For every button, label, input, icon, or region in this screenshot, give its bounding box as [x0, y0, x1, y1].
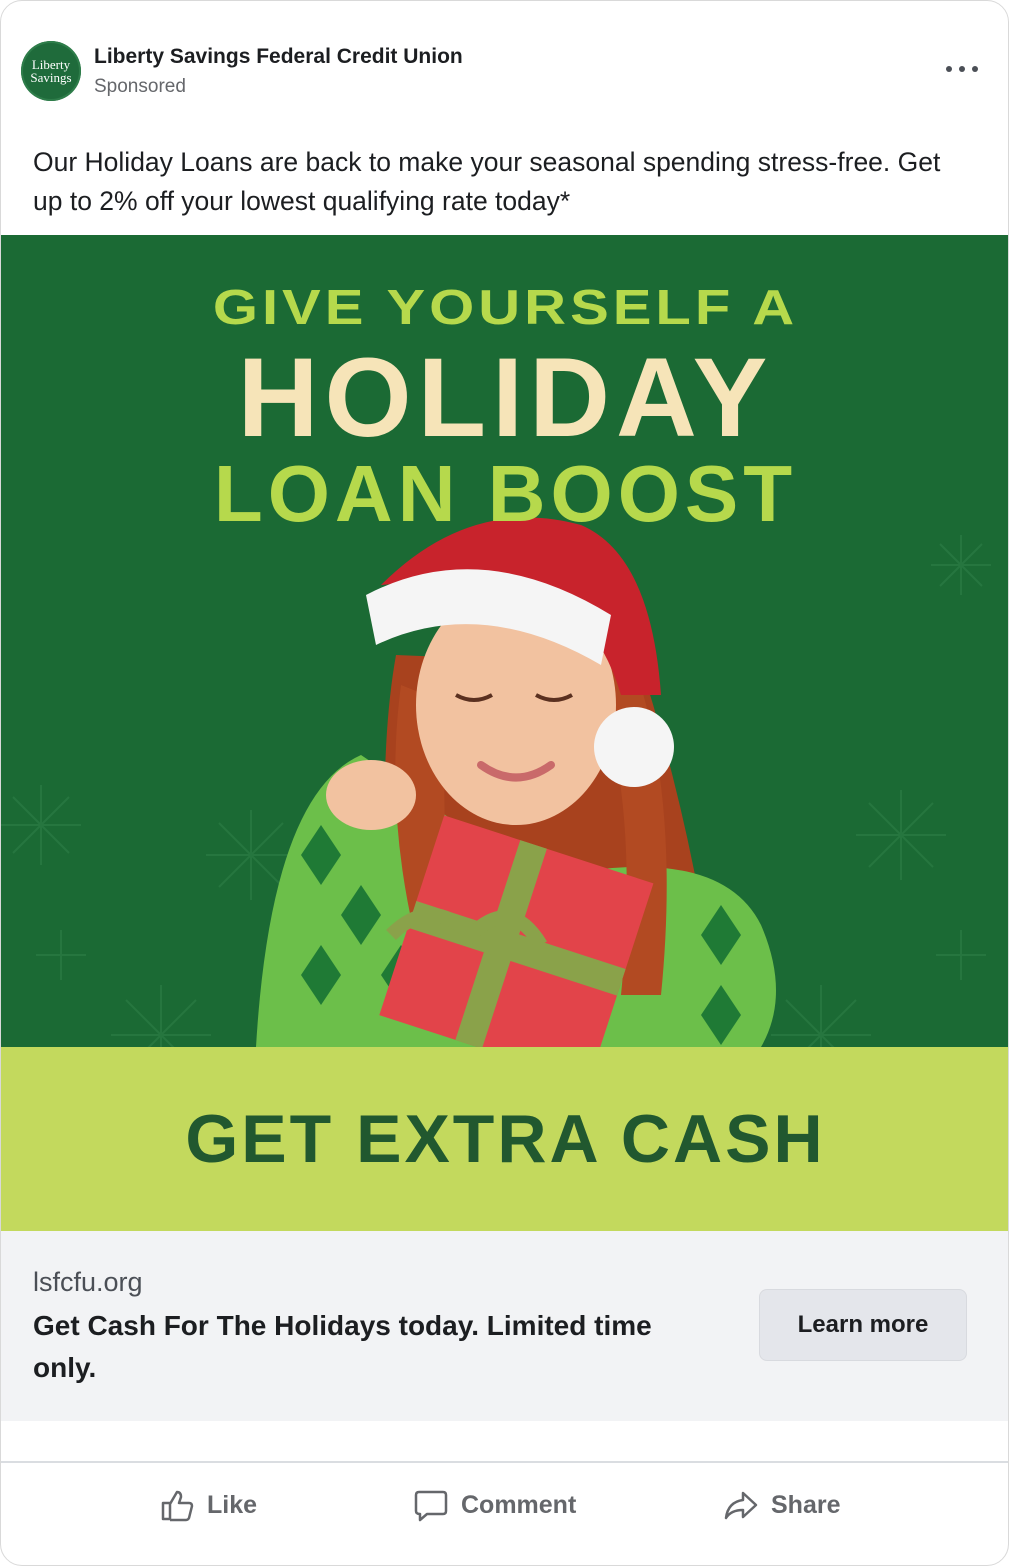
- headline-line-2: HOLIDAY: [237, 335, 774, 460]
- like-label: Like: [207, 1490, 258, 1519]
- more-options-button[interactable]: [946, 55, 978, 83]
- learn-more-button[interactable]: Learn more: [759, 1289, 967, 1361]
- like-button[interactable]: Like: [159, 1475, 257, 1535]
- link-headline: Get Cash For The Holidays today. Limited…: [33, 1310, 652, 1383]
- share-arrow-icon: [724, 1491, 758, 1520]
- comment-button[interactable]: Comment: [413, 1475, 576, 1535]
- creative-green-panel: GIVE YOURSELF A HOLIDAY LOAN BOOST: [1, 235, 1008, 1047]
- speech-bubble-icon: [414, 1490, 448, 1522]
- dot-icon: [946, 66, 952, 72]
- avatar-text-line2: Savings: [30, 70, 72, 85]
- share-label: Share: [771, 1490, 841, 1519]
- ad-headline: GIVE YOURSELF A HOLIDAY LOAN BOOST: [1, 275, 1008, 538]
- ad-creative-image[interactable]: GIVE YOURSELF A HOLIDAY LOAN BOOST GET E…: [1, 235, 1008, 1231]
- headline-line-1: GIVE YOURSELF A: [212, 279, 799, 336]
- dot-icon: [972, 66, 978, 72]
- link-domain: lsfcfu.org: [33, 1267, 143, 1297]
- page-name-link[interactable]: Liberty Savings Federal Credit Union: [94, 45, 463, 69]
- sponsored-label[interactable]: Sponsored: [94, 76, 186, 98]
- sponsored-post-card: Liberty Savings Liberty Savings Federal …: [0, 0, 1009, 1566]
- headline-line-3: LOAN BOOST: [213, 449, 798, 538]
- post-actions-bar: Like Comment Share: [1, 1475, 1008, 1535]
- banner-text: GET EXTRA CASH: [185, 1101, 826, 1177]
- thumbs-up-icon: [161, 1490, 194, 1522]
- page-avatar[interactable]: Liberty Savings: [21, 41, 81, 101]
- share-button[interactable]: Share: [723, 1475, 840, 1535]
- post-body-text: Our Holiday Loans are back to make your …: [33, 147, 941, 216]
- link-preview[interactable]: lsfcfu.org Get Cash For The Holidays tod…: [1, 1231, 1008, 1421]
- creative-banner: GET EXTRA CASH: [1, 1047, 1008, 1231]
- dot-icon: [959, 66, 965, 72]
- actions-divider: [1, 1461, 1008, 1463]
- post-header: Liberty Savings Liberty Savings Federal …: [1, 1, 1008, 113]
- comment-label: Comment: [461, 1490, 577, 1519]
